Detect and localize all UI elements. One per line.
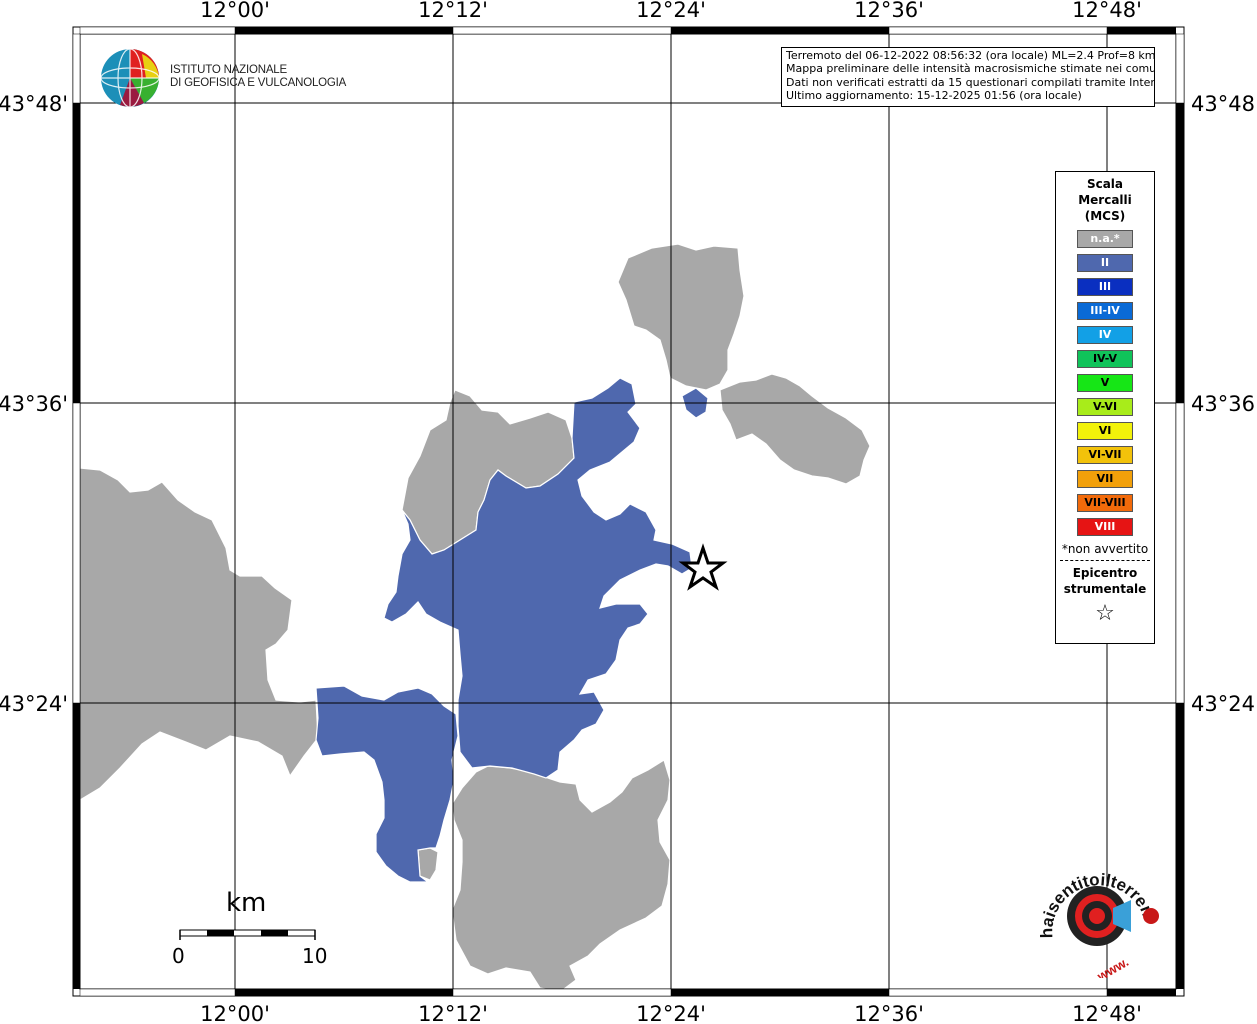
- legend-title-line: Scala: [1086, 177, 1124, 191]
- lon-label-bottom: 12°00': [200, 1002, 270, 1024]
- lon-label-top: 12°12': [418, 0, 488, 22]
- legend-item: III: [1077, 278, 1133, 296]
- lon-label-top: 12°24': [636, 0, 706, 22]
- lon-label-bottom: 12°48': [1072, 1002, 1142, 1024]
- event-info-line: Terremoto del 06-12-2022 08:56:32 (ora l…: [786, 49, 1155, 62]
- scale-tick-0: 0: [172, 944, 185, 968]
- lat-label-left: 43°36': [0, 392, 68, 416]
- lon-labels-bottom: 12°00' 12°12' 12°24' 12°36' 12°48': [200, 1002, 1142, 1024]
- legend-note: *non avvertito: [1061, 542, 1149, 556]
- lat-label-left: 43°48': [0, 92, 68, 116]
- legend-item: II: [1077, 254, 1133, 272]
- ingv-globe-icon: [100, 48, 160, 108]
- lon-label-bottom: 12°12': [418, 1002, 488, 1024]
- event-info-line: Ultimo aggiornamento: 15-12-2025 01:56 (…: [786, 88, 1082, 102]
- lat-label-left: 43°24': [0, 692, 68, 716]
- legend-item: n.a.*: [1077, 230, 1133, 248]
- legend-title-line: Mercalli: [1078, 193, 1132, 207]
- legend-item: VI: [1077, 422, 1133, 440]
- legend-item: VI-VII: [1077, 446, 1133, 464]
- event-info-line: Dati non verificati estratti da 15 quest…: [786, 75, 1155, 89]
- lat-label-right: 43°24': [1191, 692, 1257, 716]
- legend-epicenter-label: Epicentro strumentale: [1056, 565, 1154, 597]
- scale-tick-10: 10: [302, 944, 328, 968]
- legend-item: IV-V: [1077, 350, 1133, 368]
- ingv-name-line2: DI GEOFISICA E VULCANOLOGIA: [170, 77, 347, 89]
- intensity-legend: Scala Mercalli (MCS) n.a.* II III III-IV IV I…: [1055, 171, 1155, 644]
- legend-epicenter-line: strumentale: [1063, 582, 1147, 596]
- lon-label-top: 12°48': [1072, 0, 1142, 22]
- haisentito-seismometer-icon: haisentitoilterremoto.it www.: [1030, 843, 1159, 984]
- event-info-line: Mappa preliminare delle intensità macros…: [786, 62, 1155, 76]
- ingv-name: ISTITUTO NAZIONALE DI GEOFISICA E VULCAN…: [170, 64, 346, 90]
- legend-item: VII-VIII: [1077, 494, 1133, 512]
- legend-item: IV: [1077, 326, 1133, 344]
- lat-labels-left: 43°48' 43°36' 43°24': [0, 92, 68, 716]
- lat-labels-right: 43°48' 43°36' 43°24': [1191, 92, 1257, 716]
- legend-star-icon: ☆: [1095, 601, 1115, 626]
- legend-item: V-VI: [1077, 398, 1133, 416]
- legend-item: V: [1077, 374, 1133, 392]
- haisentito-www: www.: [1094, 954, 1131, 978]
- legend-item: VIII: [1077, 518, 1133, 536]
- lat-label-right: 43°48': [1191, 92, 1257, 116]
- lat-label-right: 43°36': [1191, 392, 1257, 416]
- lon-label-top: 12°00': [200, 0, 270, 22]
- legend-divider: [1060, 560, 1150, 561]
- legend-item: VII: [1077, 470, 1133, 488]
- legend-title-line: (MCS): [1084, 209, 1126, 223]
- lon-label-bottom: 12°24': [636, 1002, 706, 1024]
- event-info-box: Terremoto del 06-12-2022 08:56:32 (ora l…: [781, 47, 1155, 107]
- scale-unit-label: km: [226, 888, 267, 918]
- lon-labels-top: 12°00' 12°12' 12°24' 12°36' 12°48': [200, 0, 1142, 22]
- haisentito-logo: haisentitoilterremoto.it www.: [1030, 843, 1165, 984]
- lon-label-bottom: 12°36': [854, 1002, 924, 1024]
- legend-item: III-IV: [1077, 302, 1133, 320]
- ingv-name-line1: ISTITUTO NAZIONALE: [170, 64, 287, 76]
- legend-epicenter-line: Epicentro: [1072, 566, 1138, 580]
- legend-items: n.a.* II III III-IV IV IV-V V V-VI VI VI-VII VII VI…: [1056, 230, 1154, 536]
- legend-title: Scala Mercalli (MCS): [1056, 176, 1154, 224]
- lon-label-top: 12°36': [854, 0, 924, 22]
